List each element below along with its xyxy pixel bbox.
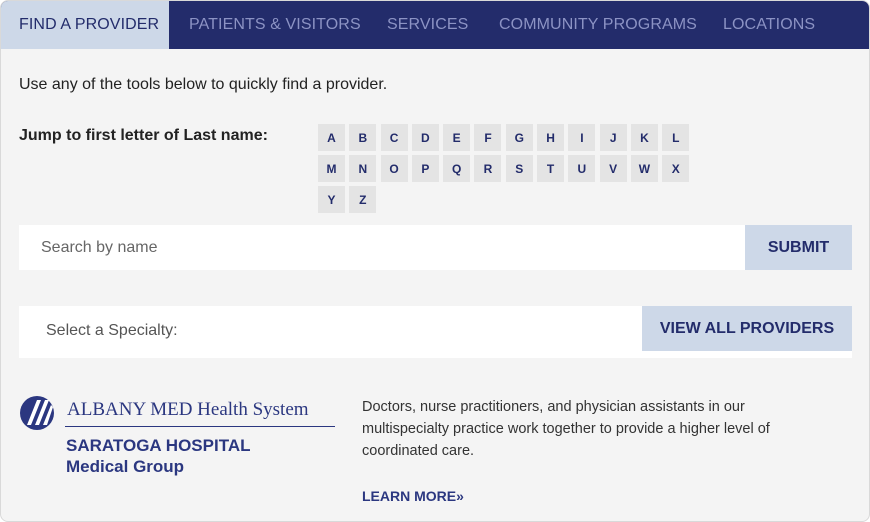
letter-button-f[interactable]: F — [474, 124, 502, 151]
learn-more-link[interactable]: LEARN MORE» — [362, 488, 464, 504]
tab-label: FIND A PROVIDER — [19, 16, 160, 33]
letter-button-l[interactable]: L — [662, 124, 690, 151]
search-input[interactable] — [19, 225, 745, 270]
letter-button-d[interactable]: D — [411, 124, 439, 151]
jump-letter-label: Jump to first letter of Last name: — [19, 127, 268, 144]
letter-button-o[interactable]: O — [380, 155, 408, 182]
letter-button-c[interactable]: C — [380, 124, 408, 151]
specialty-bar: Select a Specialty: VIEW ALL PROVIDERS — [19, 306, 852, 358]
letter-button-j[interactable]: J — [599, 124, 627, 151]
tab-community-programs[interactable]: COMMUNITY PROGRAMS — [479, 1, 703, 49]
tab-services[interactable]: SERVICES — [368, 1, 479, 49]
tab-label: LOCATIONS — [723, 16, 816, 33]
top-navigation: FIND A PROVIDER PATIENTS & VISITORS SERV… — [1, 1, 869, 49]
submit-button[interactable]: SUBMIT — [745, 225, 852, 270]
albany-med-logo: ALBANY MED Health System SARATOGA HOSPIT… — [19, 393, 339, 483]
tab-label: COMMUNITY PROGRAMS — [499, 16, 697, 33]
logo-subtitle-2: Medical Group — [66, 457, 185, 476]
logo-divider — [65, 426, 335, 427]
letter-button-t[interactable]: T — [537, 155, 565, 182]
albany-med-logo-mark-icon — [20, 396, 54, 430]
tab-locations[interactable]: LOCATIONS — [703, 1, 869, 49]
letter-button-x[interactable]: X — [662, 155, 690, 182]
search-bar: SUBMIT — [19, 225, 852, 270]
provider-finder-panel: FIND A PROVIDER PATIENTS & VISITORS SERV… — [0, 0, 870, 522]
letter-button-g[interactable]: G — [505, 124, 533, 151]
letter-button-h[interactable]: H — [537, 124, 565, 151]
letter-button-m[interactable]: M — [318, 155, 345, 182]
letter-button-i[interactable]: I — [568, 124, 596, 151]
letter-button-u[interactable]: U — [568, 155, 596, 182]
letter-button-y[interactable]: Y — [318, 186, 345, 213]
letter-button-r[interactable]: R — [474, 155, 502, 182]
intro-text: Use any of the tools below to quickly fi… — [19, 76, 388, 93]
letter-button-n[interactable]: N — [349, 155, 377, 182]
letter-index: ABCDEFGHIJKL MNOPQRSTUVWX YZ — [318, 124, 718, 217]
letter-button-b[interactable]: B — [349, 124, 377, 151]
letter-button-z[interactable]: Z — [349, 186, 377, 213]
practice-description: Doctors, nurse practitioners, and physic… — [362, 399, 770, 459]
letter-button-e[interactable]: E — [443, 124, 471, 151]
letter-button-v[interactable]: V — [599, 155, 627, 182]
letter-button-a[interactable]: A — [318, 124, 345, 151]
letter-button-s[interactable]: S — [505, 155, 533, 182]
logo-subtitle: SARATOGA HOSPITAL — [66, 436, 251, 455]
tab-label: SERVICES — [387, 16, 469, 33]
tab-find-a-provider[interactable]: FIND A PROVIDER — [1, 1, 169, 49]
tab-label: PATIENTS & VISITORS — [189, 16, 361, 33]
view-all-providers-button[interactable]: VIEW ALL PROVIDERS — [642, 306, 852, 351]
letter-button-k[interactable]: K — [630, 124, 658, 151]
letter-button-q[interactable]: Q — [443, 155, 471, 182]
tab-patients-visitors[interactable]: PATIENTS & VISITORS — [169, 1, 368, 49]
letter-button-p[interactable]: P — [411, 155, 439, 182]
specialty-select[interactable]: Select a Specialty: — [46, 322, 178, 340]
logo-name: ALBANY MED Health System — [67, 399, 309, 420]
letter-button-w[interactable]: W — [630, 155, 658, 182]
